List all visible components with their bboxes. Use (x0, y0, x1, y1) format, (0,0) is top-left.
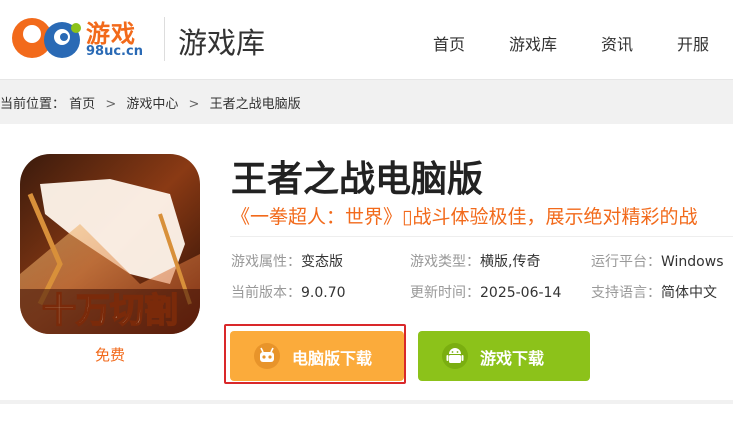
game-icon-art: 十万切割 (20, 154, 200, 334)
info-language-value: 简体中文 (661, 285, 717, 301)
price-label: 免费 (94, 346, 125, 364)
info-language-key: 支持语言： (591, 285, 661, 301)
info-version-key: 当前版本： (231, 285, 301, 301)
robot-icon (254, 343, 280, 369)
info-attribute-key: 游戏属性： (231, 254, 301, 270)
info-platform-value: Windows (661, 254, 724, 270)
nav-news[interactable]: 资讯 (601, 31, 633, 55)
main-nav: 首页 游戏库 资讯 开服 (0, 31, 733, 55)
info-platform-key: 运行平台： (591, 254, 661, 270)
game-tagline: 《一拳超人：世界》▯战斗体验极佳，展示绝对精彩的战 (231, 206, 698, 228)
nav-servers[interactable]: 开服 (677, 31, 709, 55)
info-type: 游戏类型：横版,传奇 (410, 251, 540, 271)
info-attribute: 游戏属性：变态版 (231, 251, 343, 271)
info-language: 支持语言：简体中文 (591, 282, 717, 302)
nav-home[interactable]: 首页 (433, 31, 465, 55)
breadcrumb: 当前位置： 首页 > 游戏中心 > 王者之战电脑版 (0, 93, 301, 112)
android-icon (442, 343, 468, 369)
pc-download-button[interactable]: 电脑版下载 (230, 331, 404, 381)
nav-game-library[interactable]: 游戏库 (509, 31, 557, 55)
game-download-button[interactable]: 游戏下载 (418, 331, 590, 381)
info-platform: 运行平台：Windows (591, 251, 724, 271)
game-download-label: 游戏下载 (480, 349, 545, 368)
breadcrumb-game-center[interactable]: 游戏中心 (126, 97, 178, 112)
breadcrumb-separator: > (105, 97, 117, 112)
game-icon-text: 十万切割 (42, 291, 178, 331)
info-updated-key: 更新时间： (410, 285, 480, 301)
secondary-card (0, 404, 733, 441)
info-updated-value: 2025-06-14 (480, 285, 562, 301)
breadcrumb-separator: > (188, 97, 200, 112)
info-type-key: 游戏类型： (410, 254, 480, 270)
info-version-value: 9.0.70 (301, 285, 346, 301)
pc-download-label: 电脑版下载 (292, 349, 373, 368)
breadcrumb-current: 王者之战电脑版 (209, 97, 301, 112)
breadcrumb-home[interactable]: 首页 (69, 97, 95, 112)
info-type-value: 横版,传奇 (480, 254, 541, 270)
info-updated: 更新时间：2025-06-14 (410, 282, 561, 302)
info-divider (230, 236, 733, 237)
breadcrumb-prefix: 当前位置： (0, 97, 66, 112)
game-title: 王者之战电脑版 (231, 159, 484, 200)
game-detail-card: 十万切割 免费 王者之战电脑版 《一拳超人：世界》▯战斗体验极佳，展示绝对精彩的… (0, 124, 733, 400)
site-header: 游戏 98uc.cn 游戏库 首页 游戏库 资讯 开服 (0, 0, 733, 80)
info-attribute-value: 变态版 (301, 254, 343, 270)
game-icon[interactable]: 十万切割 (20, 154, 200, 334)
info-version: 当前版本：9.0.70 (231, 282, 346, 302)
